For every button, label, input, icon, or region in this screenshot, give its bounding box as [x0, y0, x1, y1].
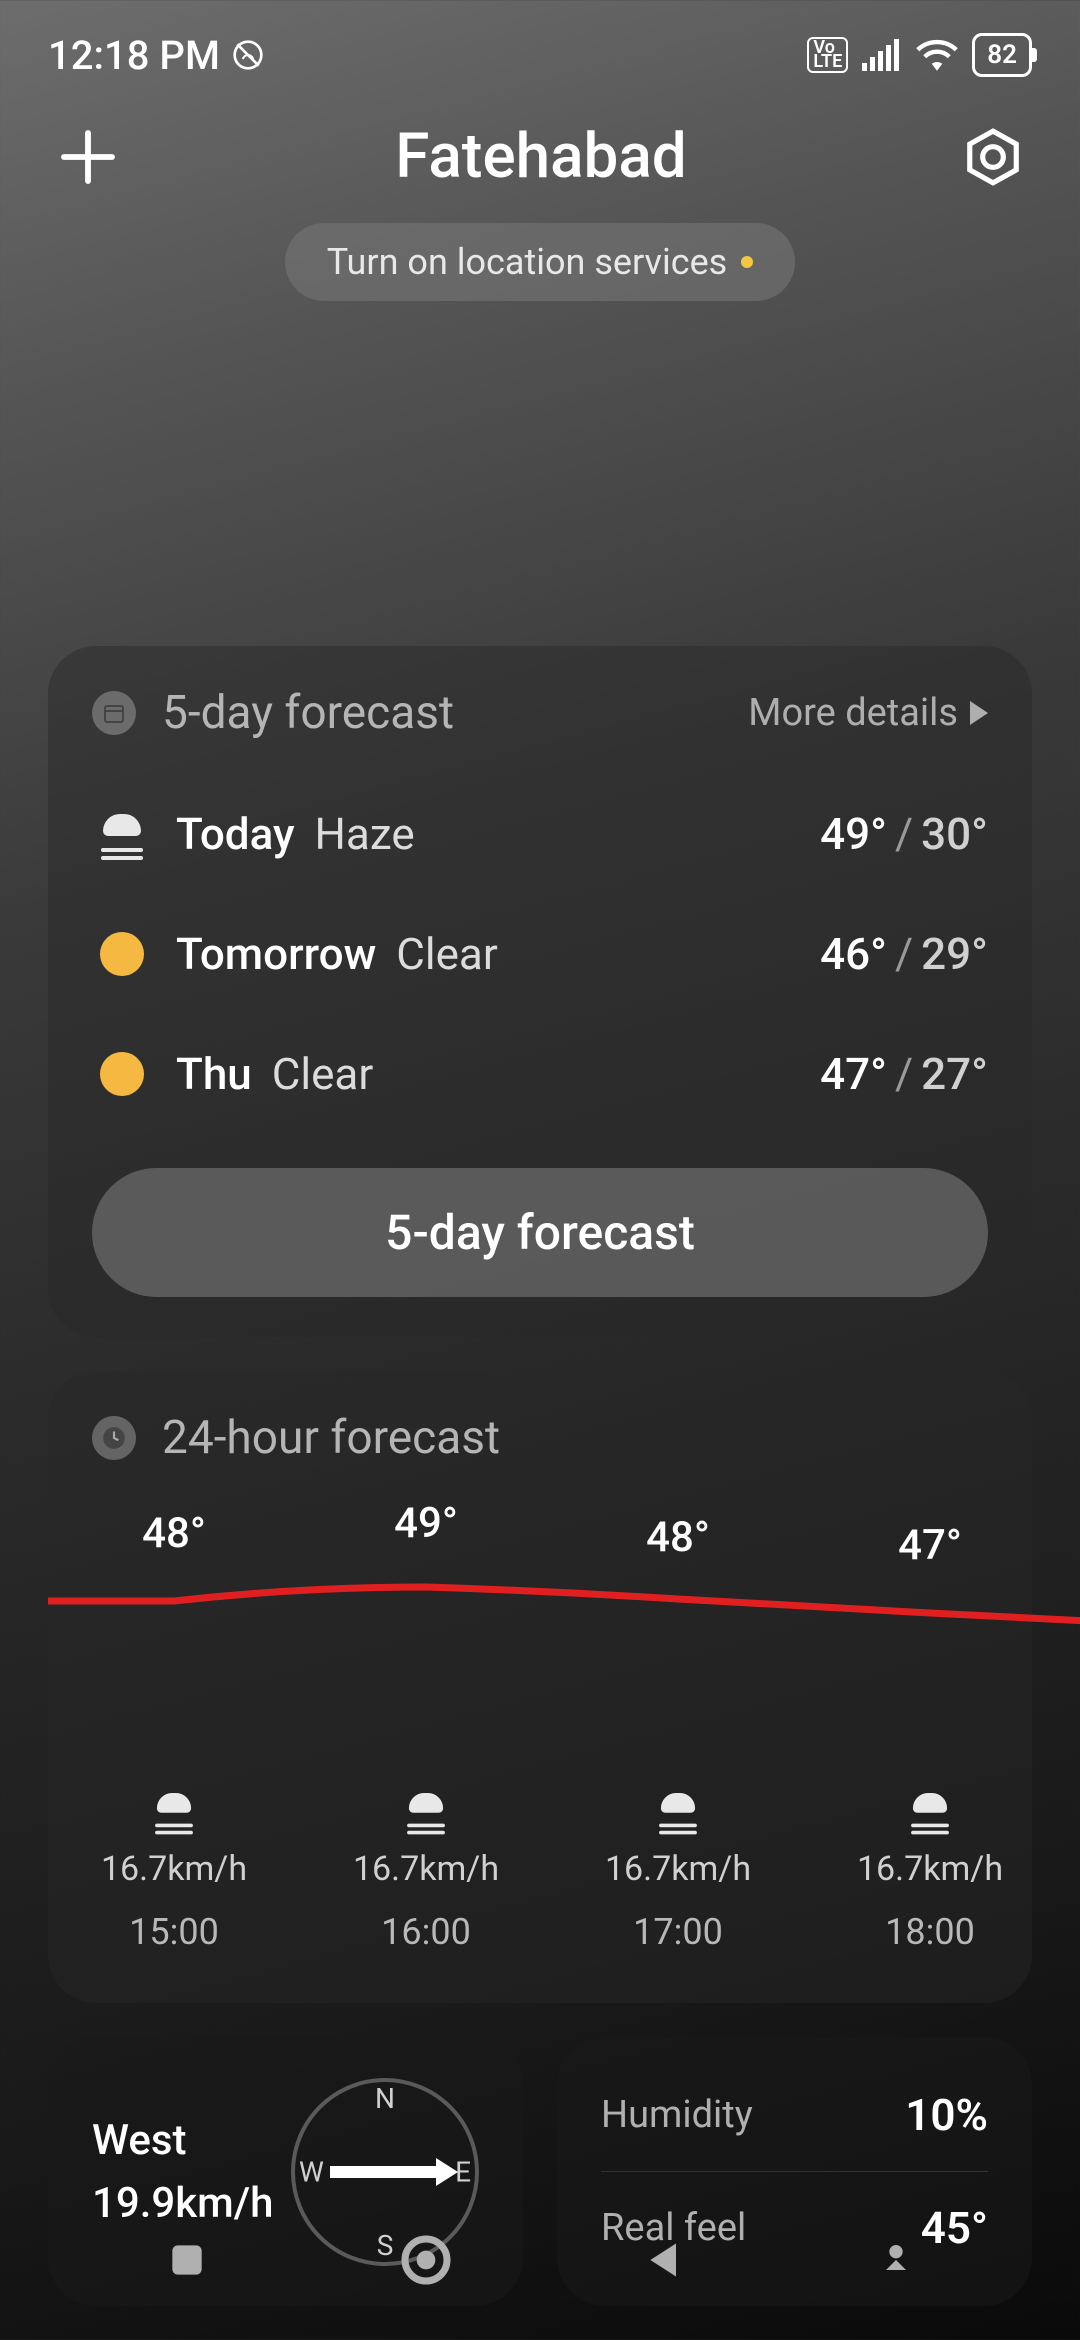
hourly-slot[interactable]: 16.7km/h 15:00 — [48, 1791, 300, 1953]
card-title: 24-hour forecast — [162, 1411, 500, 1465]
hourly-time: 16:00 — [300, 1911, 552, 1953]
hourly-temp: 48° — [48, 1509, 300, 1558]
nav-assistant-button[interactable] — [876, 2240, 916, 2280]
calendar-icon — [92, 691, 136, 735]
nav-home-button[interactable] — [398, 2232, 454, 2288]
status-bar: 12:18 PM VoLTE 82 — [0, 0, 1080, 90]
haze-icon — [97, 814, 147, 854]
forecast-row-tomorrow[interactable]: Tomorrow Clear 46°/29° — [92, 896, 988, 1012]
hourly-slot[interactable]: 16.7km/h 18:00 — [804, 1791, 1056, 1953]
forecast-day: Today — [176, 808, 295, 860]
forecast-row-thu[interactable]: Thu Clear 47°/27° — [92, 1016, 988, 1132]
five-day-forecast-card: 5-day forecast More details Today Haze 4… — [48, 646, 1032, 1337]
temp-line-icon — [48, 1571, 1080, 1631]
hourly-slot[interactable]: 16.7km/h 17:00 — [552, 1791, 804, 1953]
forecast-day: Tomorrow — [176, 928, 376, 980]
haze-icon — [152, 1793, 197, 1829]
haze-icon — [656, 1793, 701, 1829]
wifi-icon — [916, 39, 958, 71]
haze-icon — [404, 1793, 449, 1829]
haze-icon — [908, 1793, 953, 1829]
hourly-temperature-chart[interactable]: 48° 49° 48° 47° — [48, 1501, 1032, 1631]
compass-n: N — [375, 2082, 395, 2115]
five-day-forecast-button[interactable]: 5-day forecast — [92, 1168, 988, 1297]
humidity-value: 10% — [905, 2089, 988, 2141]
forecast-high: 47° — [820, 1048, 887, 1100]
sun-icon — [100, 932, 144, 976]
banner-text: Turn on location services — [327, 241, 727, 283]
hourly-wind: 16.7km/h — [552, 1849, 804, 1889]
compass-arrow-icon — [330, 2166, 440, 2178]
status-time: 12:18 PM — [48, 32, 220, 79]
hourly-temp: 48° — [552, 1513, 804, 1562]
system-nav-bar — [0, 2200, 1080, 2340]
hourly-temp: 49° — [300, 1499, 552, 1548]
nav-recent-button[interactable] — [165, 2238, 209, 2282]
sun-icon — [100, 1052, 144, 1096]
settings-button[interactable] — [962, 126, 1024, 188]
nav-back-button[interactable] — [643, 2238, 687, 2282]
hourly-wind: 16.7km/h — [300, 1849, 552, 1889]
forecast-day: Thu — [176, 1048, 252, 1100]
dnd-icon — [232, 39, 264, 71]
humidity-label: Humidity — [601, 2093, 753, 2137]
more-details-label: More details — [748, 691, 958, 735]
forecast-condition: Clear — [396, 928, 498, 980]
wind-direction: West — [92, 2116, 274, 2165]
forecast-low: 29° — [921, 928, 988, 980]
app-header: Fatehabad — [0, 90, 1080, 203]
card-title: 5-day forecast — [162, 686, 454, 740]
forecast-high: 46° — [820, 928, 887, 980]
forecast-low: 30° — [921, 808, 988, 860]
alert-dot-icon — [741, 256, 753, 268]
signal-icon — [862, 39, 902, 71]
hourly-forecast-card: 24-hour forecast 48° 49° 48° 47° 16.7km/… — [48, 1371, 1032, 2003]
hourly-temp: 47° — [804, 1521, 1056, 1570]
forecast-row-today[interactable]: Today Haze 49°/30° — [92, 776, 988, 892]
forecast-condition: Haze — [315, 808, 415, 860]
hourly-wind: 16.7km/h — [48, 1849, 300, 1889]
compass-w: W — [299, 2155, 324, 2188]
location-title: Fatehabad — [395, 120, 686, 193]
volte-icon: VoLTE — [807, 37, 848, 74]
hourly-time: 18:00 — [804, 1911, 1056, 1953]
hourly-slot[interactable]: 16.7km/h 16:00 — [300, 1791, 552, 1953]
hourly-time: 15:00 — [48, 1911, 300, 1953]
forecast-high: 49° — [820, 808, 887, 860]
more-details-link[interactable]: More details — [748, 691, 988, 735]
add-location-button[interactable] — [56, 125, 120, 189]
location-services-banner[interactable]: Turn on location services — [285, 223, 795, 301]
forecast-low: 27° — [921, 1048, 988, 1100]
clock-icon — [92, 1416, 136, 1460]
chevron-right-icon — [970, 701, 988, 725]
forecast-condition: Clear — [272, 1048, 374, 1100]
hourly-wind: 16.7km/h — [804, 1849, 1056, 1889]
battery-icon: 82 — [972, 33, 1032, 77]
hourly-time: 17:00 — [552, 1911, 804, 1953]
